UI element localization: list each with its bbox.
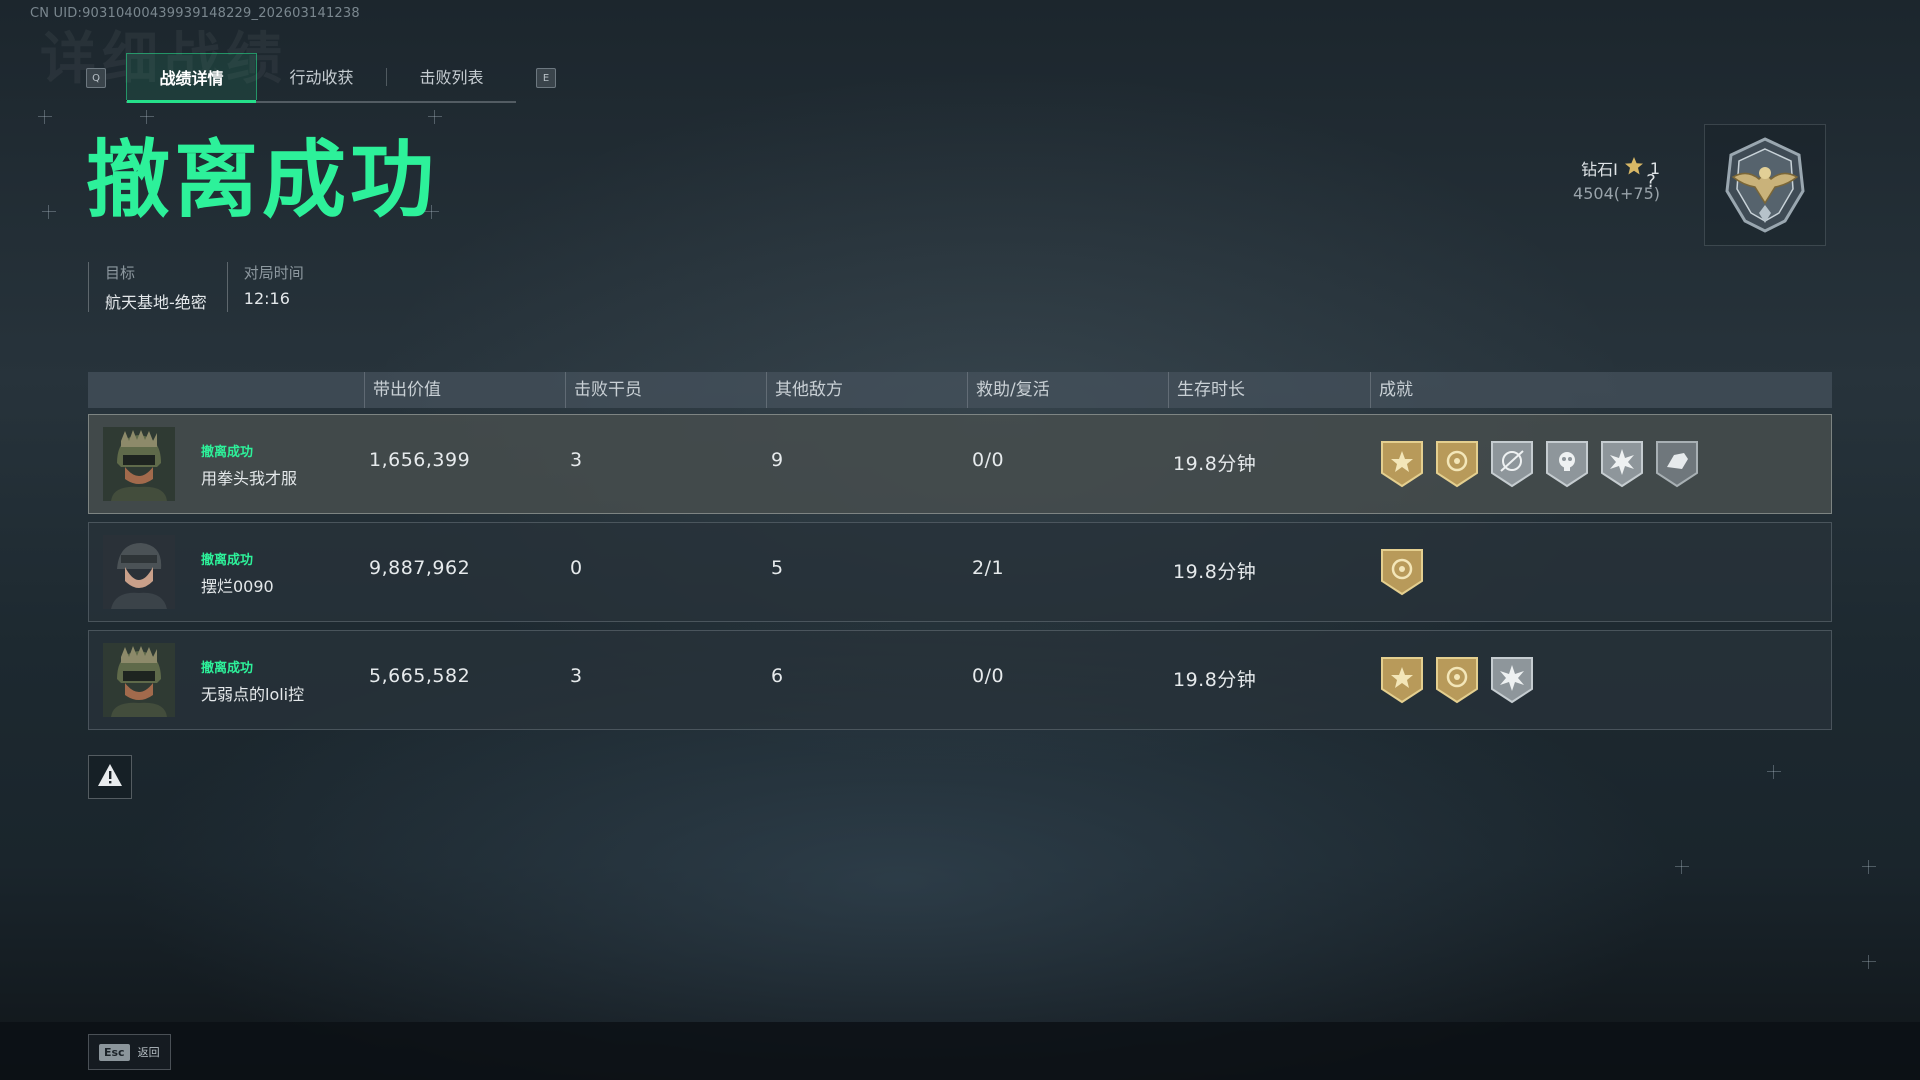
rank-name: 钻石I — [1581, 160, 1618, 179]
match-time-info: 对局时间 12:16 — [226, 262, 324, 312]
silver-crosshair-medal-icon[interactable] — [1489, 439, 1535, 489]
extract-status: 撤离成功 — [201, 445, 254, 460]
match-info: 目标 航天基地-绝密 对局时间 12:16 — [88, 262, 324, 312]
operator-kills: 0 — [570, 557, 583, 579]
table-row[interactable]: 撤离成功 无弱点的loli控 5,665,582 3 6 0/0 19.8分钟 — [88, 630, 1832, 730]
help-icon[interactable]: ? — [1638, 168, 1664, 194]
stats-table-header: 带出价值 击败干员 其他敌方 救助/复活 生存时长 成就 — [88, 372, 1832, 408]
back-button[interactable]: Esc 返回 — [88, 1034, 171, 1070]
extract-status: 撤离成功 — [201, 661, 254, 676]
other-enemy-kills: 6 — [771, 665, 784, 687]
col-header-assist-revive: 救助/复活 — [967, 372, 1050, 408]
player-name: 用拳头我才服 — [201, 469, 298, 488]
col-header-other-enemies: 其他敌方 — [766, 372, 843, 408]
target-value: 航天基地-绝密 — [105, 293, 207, 312]
other-enemy-kills: 5 — [771, 557, 784, 579]
survival-time: 19.8分钟 — [1173, 669, 1257, 691]
tab-match-details[interactable]: 战绩详情 — [126, 53, 257, 103]
extract-status: 撤离成功 — [201, 553, 254, 568]
gold-target-medal-icon[interactable] — [1434, 439, 1480, 489]
rank-emblem-icon[interactable] — [1704, 124, 1826, 246]
player-name: 无弱点的loli控 — [201, 685, 305, 704]
gold-target-medal-icon[interactable] — [1434, 655, 1480, 705]
operator-kills: 3 — [570, 449, 583, 471]
decor-cross — [1767, 765, 1781, 779]
decor-cross — [42, 205, 56, 219]
decor-cross — [38, 110, 52, 124]
decor-cross — [1862, 955, 1876, 969]
achievement-list — [1379, 655, 1535, 705]
warning-icon — [97, 763, 123, 791]
page-title: 撤离成功 — [86, 131, 439, 229]
achievement-list — [1379, 439, 1700, 489]
player-avatar — [103, 535, 175, 609]
extract-value: 9,887,962 — [369, 557, 471, 579]
silver-hand-medal-icon[interactable] — [1654, 439, 1700, 489]
tab-bar: Q 战绩详情 行动收获 击败列表 E — [86, 53, 556, 103]
match-time-label: 对局时间 — [243, 264, 304, 282]
silver-skull-medal-icon[interactable] — [1544, 439, 1590, 489]
survival-time: 19.8分钟 — [1173, 561, 1257, 583]
tab-kill-list[interactable]: 击败列表 — [387, 53, 516, 99]
col-header-survival-time: 生存时长 — [1168, 372, 1245, 408]
player-avatar — [103, 427, 175, 501]
tab-list: 战绩详情 行动收获 击败列表 — [126, 53, 516, 103]
col-header-achievements: 成就 — [1370, 372, 1413, 408]
decor-cross — [1862, 860, 1876, 874]
col-header-value: 带出价值 — [364, 372, 441, 408]
decor-cross — [1675, 860, 1689, 874]
assist-revive: 0/0 — [972, 665, 1005, 687]
target-info: 目标 航天基地-绝密 — [88, 262, 227, 312]
survival-time: 19.8分钟 — [1173, 453, 1257, 475]
esc-key: Esc — [99, 1043, 130, 1061]
player-avatar — [103, 643, 175, 717]
report-button[interactable] — [88, 755, 132, 799]
gold-target-medal-icon[interactable] — [1379, 547, 1425, 597]
uid-text: CN UID:903104004399391482​29_20260314123… — [30, 6, 360, 21]
assist-revive: 2/1 — [972, 557, 1005, 579]
extract-value: 1,656,399 — [369, 449, 471, 471]
achievement-list — [1379, 547, 1425, 597]
tab-next-key[interactable]: E — [536, 68, 556, 88]
table-row[interactable]: 撤离成功 用拳头我才服 1,656,399 3 9 0/0 19.8分钟 — [88, 414, 1832, 514]
col-header-kills: 击败干员 — [565, 372, 642, 408]
silver-star-medal-icon[interactable] — [1599, 439, 1645, 489]
match-time-value: 12:16 — [243, 289, 290, 308]
player-name: 摆烂0090 — [201, 577, 274, 596]
silver-star-medal-icon[interactable] — [1489, 655, 1535, 705]
target-label: 目标 — [105, 264, 136, 282]
table-row[interactable]: 撤离成功 摆烂0090 9,887,962 0 5 2/1 19.8分钟 — [88, 522, 1832, 622]
gold-sun-medal-icon[interactable] — [1379, 439, 1425, 489]
assist-revive: 0/0 — [972, 449, 1005, 471]
extract-value: 5,665,582 — [369, 665, 471, 687]
other-enemy-kills: 9 — [771, 449, 784, 471]
operator-kills: 3 — [570, 665, 583, 687]
decor-cross — [140, 110, 154, 124]
tab-action-rewards[interactable]: 行动收获 — [257, 53, 386, 99]
back-label: 返回 — [137, 1046, 160, 1059]
decor-cross — [428, 110, 442, 124]
tab-prev-key[interactable]: Q — [86, 68, 106, 88]
bottom-bar — [0, 1022, 1920, 1080]
gold-sun-medal-icon[interactable] — [1379, 655, 1425, 705]
